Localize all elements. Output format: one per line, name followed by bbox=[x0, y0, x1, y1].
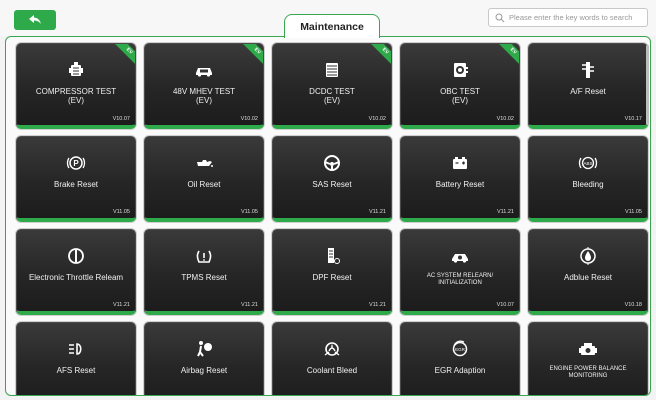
function-tile[interactable]: SAS Reset V11.21 bbox=[272, 136, 392, 222]
dcdc-icon bbox=[273, 60, 391, 80]
tile-version: V10.18 bbox=[624, 302, 642, 308]
scrollbar[interactable] bbox=[646, 45, 649, 125]
obc-icon bbox=[401, 60, 519, 80]
tile-version: V11.05 bbox=[624, 209, 642, 215]
function-tile[interactable]: Adblue Reset V10.18 bbox=[528, 229, 648, 315]
function-tile[interactable]: DCDC TEST (EV) V10.02 EV bbox=[272, 43, 392, 129]
back-arrow-icon bbox=[29, 15, 41, 24]
dpf-icon bbox=[273, 246, 391, 266]
steering-wheel-icon bbox=[273, 153, 391, 173]
function-tile[interactable]: TPMS Reset V11.21 bbox=[144, 229, 264, 315]
tile-label: 48V MHEV TEST (EV) bbox=[172, 87, 236, 105]
function-tile[interactable]: AC SYSTEM RELEARN/ INITIALIZATION V10.07 bbox=[400, 229, 520, 315]
search-input[interactable] bbox=[509, 13, 647, 22]
tile-label: A/F Reset bbox=[570, 87, 606, 96]
tile-label: Brake Reset bbox=[53, 180, 99, 189]
tile-version: V10.07 bbox=[496, 302, 514, 308]
tile-version: V11.21 bbox=[496, 209, 514, 215]
adblue-icon bbox=[529, 246, 647, 266]
egr-icon: EGR bbox=[401, 339, 519, 359]
tile-label: AC SYSTEM RELEARN/ INITIALIZATION bbox=[426, 273, 494, 286]
tile-label: AFS Reset bbox=[56, 366, 96, 375]
tile-label: SAS Reset bbox=[312, 180, 352, 189]
oil-can-icon bbox=[145, 153, 263, 173]
function-tile[interactable]: EGR EGR Adaption bbox=[400, 322, 520, 395]
tile-version: V10.02 bbox=[368, 116, 386, 122]
tile-label: Airbag Reset bbox=[180, 366, 228, 375]
tile-label: Electronic Throttle Releam bbox=[28, 273, 124, 282]
function-tile[interactable]: Oil Reset V11.05 bbox=[144, 136, 264, 222]
tile-label: Battery Reset bbox=[435, 180, 485, 189]
tile-version: V11.21 bbox=[368, 209, 386, 215]
tile-label: Coolant Bleed bbox=[306, 366, 358, 375]
afs-headlight-icon bbox=[17, 339, 135, 359]
tile-version: V11.21 bbox=[240, 302, 258, 308]
coolant-icon bbox=[273, 339, 391, 359]
function-tile[interactable]: ABS Bleeding V11.05 bbox=[528, 136, 648, 222]
tile-version: V11.21 bbox=[368, 302, 386, 308]
function-tile[interactable]: P Brake Reset V11.05 bbox=[16, 136, 136, 222]
function-tile[interactable]: Coolant Bleed bbox=[272, 322, 392, 395]
page-title: Maintenance bbox=[284, 14, 380, 38]
engine-icon bbox=[529, 339, 647, 359]
af-sensor-icon bbox=[529, 60, 647, 80]
function-tile[interactable]: Battery Reset V11.21 bbox=[400, 136, 520, 222]
abs-icon: ABS bbox=[529, 153, 647, 173]
parking-brake-icon: P bbox=[17, 153, 135, 173]
tpms-icon bbox=[145, 246, 263, 266]
function-tile[interactable]: Electronic Throttle Releam V11.21 bbox=[16, 229, 136, 315]
function-tile[interactable]: 48V MHEV TEST (EV) V10.02 EV bbox=[144, 43, 264, 129]
svg-text:EGR: EGR bbox=[455, 347, 466, 352]
tile-label: OBC TEST (EV) bbox=[440, 87, 480, 105]
tile-label: COMPRESSOR TEST (EV) bbox=[35, 87, 117, 105]
tile-version: V10.07 bbox=[112, 116, 130, 122]
tile-version: V11.05 bbox=[240, 209, 258, 215]
tile-version: V10.02 bbox=[240, 116, 258, 122]
function-tile[interactable]: AFS Reset bbox=[16, 322, 136, 395]
function-tile[interactable]: DPF Reset V11.21 bbox=[272, 229, 392, 315]
tile-label: ENGINE POWER BALANCE MONITORING bbox=[549, 366, 627, 379]
tile-label: Bleeding bbox=[572, 180, 604, 189]
function-tile[interactable]: COMPRESSOR TEST (EV) V10.07 EV bbox=[16, 43, 136, 129]
compressor-icon bbox=[17, 60, 135, 80]
tile-label: Oil Reset bbox=[187, 180, 221, 189]
tile-label: TPMS Reset bbox=[181, 273, 227, 282]
tile-label: DCDC TEST (EV) bbox=[309, 87, 355, 105]
throttle-icon bbox=[17, 246, 135, 266]
function-panel: COMPRESSOR TEST (EV) V10.07 EV 48V MHEV TES… bbox=[5, 36, 651, 396]
svg-text:ABS: ABS bbox=[583, 161, 592, 166]
back-button[interactable] bbox=[14, 10, 56, 30]
function-tile[interactable]: ENGINE POWER BALANCE MONITORING bbox=[528, 322, 648, 395]
function-tile[interactable]: Airbag Reset bbox=[144, 322, 264, 395]
airbag-icon bbox=[145, 339, 263, 359]
car-battery-icon bbox=[145, 60, 263, 80]
tile-version: V11.21 bbox=[112, 302, 130, 308]
tile-version: V11.05 bbox=[112, 209, 130, 215]
function-tile[interactable]: OBC TEST (EV) V10.02 EV bbox=[400, 43, 520, 129]
tile-label: EGR Adaption bbox=[434, 366, 486, 375]
tile-version: V10.17 bbox=[624, 116, 642, 122]
tile-version: V10.02 bbox=[496, 116, 514, 122]
tile-label: Adblue Reset bbox=[563, 273, 613, 282]
function-tile[interactable]: A/F Reset V10.17 bbox=[528, 43, 648, 129]
search-icon bbox=[495, 13, 505, 22]
search-box[interactable] bbox=[488, 8, 648, 27]
svg-text:P: P bbox=[73, 159, 79, 168]
ac-car-icon bbox=[401, 246, 519, 266]
function-grid: COMPRESSOR TEST (EV) V10.07 EV 48V MHEV TES… bbox=[16, 43, 648, 395]
tile-label: DPF Reset bbox=[312, 273, 352, 282]
battery-icon bbox=[401, 153, 519, 173]
